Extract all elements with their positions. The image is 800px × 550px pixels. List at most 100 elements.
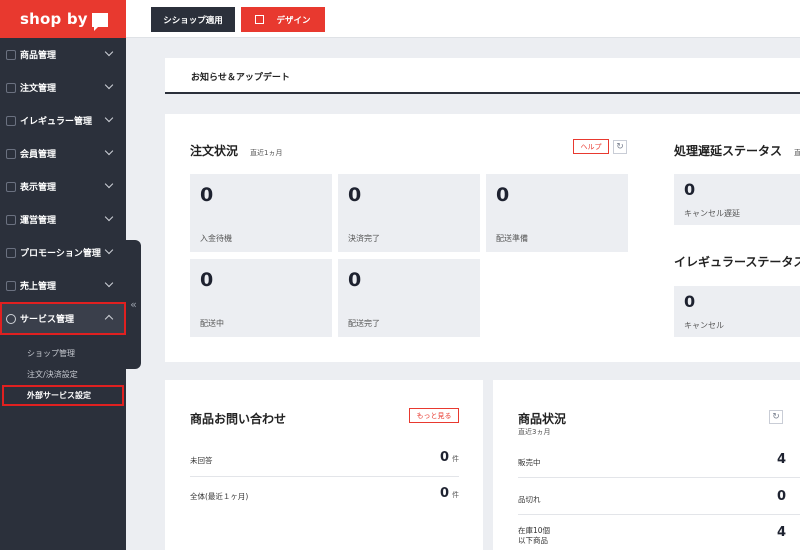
- row-value: 0: [439, 450, 449, 465]
- stat-value: 0: [200, 184, 214, 206]
- sidebar-item-operations[interactable]: 運営管理: [0, 203, 126, 236]
- stat-label: 配送完了: [348, 319, 380, 328]
- row-label: 販売中: [518, 458, 541, 467]
- stat-card-delivered[interactable]: 0 配送完了: [338, 259, 480, 337]
- monitor-icon: [6, 181, 16, 192]
- product-row-sold-out[interactable]: 品切れ 0: [518, 486, 786, 514]
- product-refresh-button[interactable]: ↻: [769, 410, 783, 424]
- stat-card-preparing-shipment[interactable]: 0 配送準備: [486, 174, 628, 252]
- stat-card-cancel[interactable]: 0 キャンセル: [674, 286, 800, 337]
- order-status-panel: 注文状況 直近1ヵ月 ヘルプ ↻ 0 入金待機 0 決済完了 0 配送準備 0 …: [165, 114, 800, 362]
- stat-card-awaiting-payment[interactable]: 0 入金待機: [190, 174, 332, 252]
- logo[interactable]: shop by: [0, 0, 126, 38]
- sidebar-item-label: サービス管理: [20, 315, 75, 325]
- see-more-label: もっと見る: [416, 411, 452, 420]
- stat-value: 0: [684, 180, 696, 199]
- chevron-down-icon: [104, 47, 114, 57]
- logo-text: shop by: [20, 10, 88, 28]
- apply-shop-label: シショップ適用: [163, 15, 223, 26]
- sidebar-item-label: 運営管理: [20, 216, 57, 226]
- row-value: 0: [439, 486, 449, 501]
- sidebar-item-irregular[interactable]: イレギュラー管理: [0, 104, 126, 137]
- gear-icon: [6, 313, 16, 324]
- row-label-line2: 以下商品: [518, 536, 548, 545]
- help-label: ヘルプ: [580, 142, 602, 151]
- divider: [190, 476, 459, 477]
- inquiry-row-total[interactable]: 全体(最近１ヶ月) 0件: [190, 483, 459, 511]
- product-row-low-stock[interactable]: 在庫10個 以下商品 4: [518, 522, 786, 550]
- sidebar-item-services[interactable]: サービス管理: [0, 302, 126, 335]
- sub-item-order-payment-settings[interactable]: 注文/決済設定: [0, 364, 126, 385]
- divider: [518, 477, 800, 478]
- notice-title: お知らせ＆アップデート: [191, 73, 290, 83]
- chevron-up-icon: [104, 314, 114, 324]
- apply-shop-button[interactable]: シショップ適用: [151, 7, 235, 32]
- box-icon: [6, 49, 16, 60]
- product-status-period: 直近3ヵ月: [518, 428, 551, 436]
- design-frame-icon: [255, 15, 265, 24]
- stat-card-in-delivery[interactable]: 0 配送中: [190, 259, 332, 337]
- sidebar: shop by 商品管理 注文管理 イレギュラー管理 会員管理 表示管理 運営管…: [0, 0, 126, 550]
- order-refresh-button[interactable]: ↻: [613, 140, 627, 154]
- stat-value: 0: [348, 184, 362, 206]
- divider: [518, 514, 800, 515]
- design-button[interactable]: デザイン: [241, 7, 325, 32]
- product-row-on-sale[interactable]: 販売中 4: [518, 449, 786, 477]
- sidebar-item-orders[interactable]: 注文管理: [0, 71, 126, 104]
- chevron-down-icon: [104, 212, 114, 222]
- sidebar-item-display[interactable]: 表示管理: [0, 170, 126, 203]
- sidebar-item-promotion[interactable]: プロモーション管理: [0, 236, 126, 269]
- double-chevron-left-icon: «: [130, 298, 137, 311]
- stat-label: キャンセル: [684, 321, 724, 330]
- row-value: 4: [776, 452, 786, 467]
- sub-item-external-service-settings[interactable]: 外部サービス設定: [2, 385, 124, 406]
- refresh-icon: [6, 115, 16, 126]
- product-inquiry-panel: 商品お問い合わせ もっと見る 未回答 0件 全体(最近１ヶ月) 0件: [165, 380, 483, 550]
- row-unit: 件: [452, 491, 459, 499]
- chevron-down-icon: [104, 113, 114, 123]
- row-value-wrap: 0件: [440, 450, 459, 465]
- sidebar-item-label: 会員管理: [20, 150, 57, 160]
- stat-label: 配送中: [200, 319, 224, 328]
- sidebar-item-members[interactable]: 会員管理: [0, 137, 126, 170]
- refresh-icon: ↻: [616, 142, 624, 152]
- row-value: 0: [776, 489, 786, 504]
- stat-label: 入金待機: [200, 234, 232, 243]
- delay-status-suffix: 直: [794, 149, 800, 157]
- chevron-down-icon: [104, 179, 114, 189]
- speech-bubble-icon: [91, 13, 108, 31]
- row-label-line1: 在庫10個: [518, 526, 551, 535]
- help-button[interactable]: ヘルプ: [573, 139, 609, 154]
- see-more-button[interactable]: もっと見る: [409, 408, 459, 423]
- order-status-period: 直近1ヵ月: [250, 149, 283, 157]
- bar-chart-icon: [6, 280, 16, 291]
- sidebar-item-label: プロモーション管理: [20, 249, 101, 259]
- row-unit: 件: [452, 455, 459, 463]
- sidebar-item-products[interactable]: 商品管理: [0, 38, 126, 71]
- stat-card-cancel-delay[interactable]: 0 キャンセル遅延: [674, 174, 800, 225]
- stat-value: 0: [496, 184, 510, 206]
- stat-label: キャンセル遅延: [684, 209, 740, 218]
- stat-value: 0: [200, 269, 214, 291]
- sidebar-item-sales[interactable]: 売上管理: [0, 269, 126, 302]
- stat-card-payment-complete[interactable]: 0 決済完了: [338, 174, 480, 252]
- sub-item-shop-management[interactable]: ショップ管理: [0, 343, 126, 364]
- order-status-title: 注文状況: [190, 144, 239, 158]
- stat-value: 0: [684, 292, 696, 311]
- sidebar-item-label: 商品管理: [20, 51, 57, 61]
- row-label: 全体(最近１ヶ月): [190, 492, 249, 501]
- stat-label: 決済完了: [348, 234, 380, 243]
- sidebar-item-label: イレギュラー管理: [20, 117, 93, 127]
- sidebar-collapse-toggle[interactable]: «: [126, 240, 141, 369]
- irregular-status-title: イレギュラーステータス: [674, 255, 800, 269]
- product-status-title: 商品状況: [518, 412, 567, 426]
- chevron-down-icon: [104, 245, 114, 255]
- chevron-down-icon: [104, 146, 114, 156]
- clipboard-icon: [6, 214, 16, 225]
- chevron-down-icon: [104, 278, 114, 288]
- sidebar-item-label: 表示管理: [20, 183, 57, 193]
- inquiry-row-unanswered[interactable]: 未回答 0件: [190, 447, 459, 475]
- row-label: 未回答: [190, 456, 213, 465]
- megaphone-icon: [6, 247, 16, 258]
- cart-icon: [6, 82, 16, 93]
